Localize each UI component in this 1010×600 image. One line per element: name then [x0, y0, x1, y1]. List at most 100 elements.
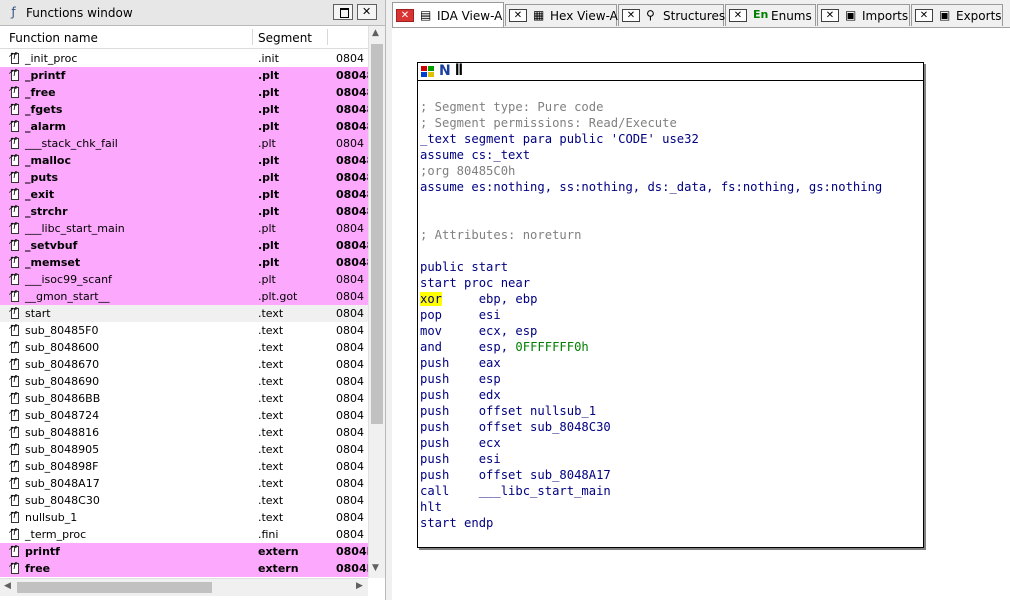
tab-ida-view-a[interactable]: ✕ ▤ IDA View-A [392, 2, 504, 27]
function-row[interactable]: ↗ sub_8048670 .text 0804 [0, 356, 368, 373]
code-line[interactable]: push eax [420, 355, 882, 371]
tab-structures[interactable]: ✕ ⚲ Structures [618, 4, 725, 26]
column-divider[interactable] [252, 29, 253, 45]
code-line[interactable]: public start [420, 259, 882, 275]
tab-close-icon[interactable]: ✕ [821, 9, 839, 22]
function-row[interactable]: ↗ _memset .plt 08048 [0, 254, 368, 271]
code-line[interactable] [420, 195, 882, 211]
view-tab-bar: ✕ ▤ IDA View-A ✕ ▦ Hex View-A ✕ ⚲ Structures ✕ En E… [392, 0, 1010, 28]
functions-window-titlebar[interactable]: ƒ Functions window [0, 0, 385, 26]
function-row[interactable]: ↗ _exit .plt 08048 [0, 186, 368, 203]
function-row[interactable]: ↗ start .text 0804 [0, 305, 368, 322]
node-name-icon[interactable]: N [439, 63, 451, 79]
function-address: 0804E [336, 562, 368, 575]
code-line[interactable]: call ___libc_start_main [420, 483, 882, 499]
function-row[interactable]: ↗ __gmon_start__ .plt.got 0804 [0, 288, 368, 305]
tab-close-icon[interactable]: ✕ [915, 9, 933, 22]
function-icon: ↗ [8, 103, 20, 116]
scroll-down-icon[interactable]: ▼ [372, 563, 379, 573]
code-line[interactable]: start endp [420, 515, 882, 531]
code-line[interactable] [420, 243, 882, 259]
function-row[interactable]: ↗ _term_proc .fini 0804 [0, 526, 368, 543]
vertical-scrollbar[interactable]: ▲ ▼ [368, 26, 385, 578]
function-row[interactable]: ↗ ___isoc99_scanf .plt 0804 [0, 271, 368, 288]
scroll-up-icon[interactable]: ▲ [372, 28, 379, 38]
code-line[interactable]: push offset nullsub_1 [420, 403, 882, 419]
function-row[interactable]: ↗ _fgets .plt 08048 [0, 101, 368, 118]
column-divider[interactable] [327, 29, 328, 45]
code-line[interactable]: start proc near [420, 275, 882, 291]
function-row[interactable]: ↗ nullsub_1 .text 0804 [0, 509, 368, 526]
tab-close-icon[interactable]: ✕ [622, 9, 640, 22]
function-row[interactable]: ↗ _init_proc .init 0804 [0, 50, 368, 67]
function-row[interactable]: ↗ sub_8048C30 .text 0804 [0, 492, 368, 509]
function-row[interactable]: ↗ _free .plt 08048 [0, 84, 368, 101]
function-row[interactable]: ↗ printf extern 0804E [0, 543, 368, 560]
scroll-right-icon[interactable]: ▶ [356, 581, 363, 591]
hex-icon: ▦ [533, 8, 545, 22]
code-line[interactable]: ; Segment type: Pure code [420, 99, 882, 115]
function-row[interactable]: ↗ _puts .plt 08048 [0, 169, 368, 186]
function-row[interactable]: ↗ sub_8048816 .text 0804 [0, 424, 368, 441]
tab-close-icon[interactable]: ✕ [396, 9, 414, 22]
color-palette-icon[interactable] [421, 66, 435, 78]
code-line[interactable]: _text segment para public 'CODE' use32 [420, 131, 882, 147]
group-nodes-icon[interactable]: ꟾꟾ [455, 64, 463, 78]
tab-exports[interactable]: ✕ ▣ Exports [911, 4, 1003, 26]
function-row[interactable]: ↗ sub_804898F .text 0804 [0, 458, 368, 475]
graph-node-start[interactable]: N ꟾꟾ ; Segment type: Pure code; Segment … [417, 62, 924, 548]
function-row[interactable]: ↗ sub_8048600 .text 0804 [0, 339, 368, 356]
tab-hex-view-a[interactable]: ✕ ▦ Hex View-A [505, 4, 618, 26]
function-row[interactable]: ↗ free extern 0804E [0, 560, 368, 577]
function-row[interactable]: ↗ _printf .plt 08048 [0, 67, 368, 84]
function-icon: ↗ [8, 137, 20, 150]
code-token: ;org 80485C0h [420, 164, 516, 178]
horizontal-scrollbar[interactable]: ◀ ▶ [0, 578, 368, 596]
code-line[interactable]: push offset sub_8048A17 [420, 467, 882, 483]
scrollbar-thumb[interactable] [17, 582, 212, 593]
function-row[interactable]: ↗ _strchr .plt 08048 [0, 203, 368, 220]
code-line[interactable]: hlt [420, 499, 882, 515]
code-line[interactable]: push edx [420, 387, 882, 403]
function-row[interactable]: ↗ ___stack_chk_fail .plt 0804 [0, 135, 368, 152]
code-line[interactable]: pop esi [420, 307, 882, 323]
function-row[interactable]: ↗ _malloc .plt 08048 [0, 152, 368, 169]
code-line[interactable]: ; Segment permissions: Read/Execute [420, 115, 882, 131]
code-line[interactable]: push esp [420, 371, 882, 387]
code-line[interactable]: push ecx [420, 435, 882, 451]
function-segment: .plt [258, 222, 276, 235]
function-row[interactable]: ↗ sub_8048A17 .text 0804 [0, 475, 368, 492]
function-icon: ↗ [8, 511, 20, 524]
code-line[interactable]: and esp, 0FFFFFFF0h [420, 339, 882, 355]
tab-close-icon[interactable]: ✕ [509, 9, 527, 22]
code-line[interactable]: push esi [420, 451, 882, 467]
function-row[interactable]: ↗ _setvbuf .plt 08048 [0, 237, 368, 254]
code-line[interactable]: assume es:nothing, ss:nothing, ds:_data,… [420, 179, 882, 195]
tab-imports[interactable]: ✕ ▣ Imports [817, 4, 910, 26]
function-row[interactable]: ↗ sub_8048690 .text 0804 [0, 373, 368, 390]
disassembly-listing[interactable]: ; Segment type: Pure code ; Segment permi… [420, 99, 882, 531]
code-line[interactable]: ;org 80485C0h [420, 163, 882, 179]
tab-enums[interactable]: ✕ En Enums [725, 4, 816, 26]
function-row[interactable]: ↗ _alarm .plt 08048 [0, 118, 368, 135]
code-line[interactable]: mov ecx, esp [420, 323, 882, 339]
scroll-left-icon[interactable]: ◀ [4, 581, 11, 591]
close-button[interactable] [357, 4, 377, 20]
column-header-function-name[interactable]: Function name [9, 31, 98, 45]
function-icon: ↗ [8, 494, 20, 507]
code-line[interactable] [420, 211, 882, 227]
code-line[interactable]: ; Attributes: noreturn [420, 227, 882, 243]
code-line[interactable]: assume cs:_text [420, 147, 882, 163]
function-row[interactable]: ↗ sub_80486BB .text 0804 [0, 390, 368, 407]
restore-button[interactable] [333, 4, 353, 20]
column-header-segment[interactable]: Segment [258, 31, 312, 45]
function-row[interactable]: ↗ sub_8048724 .text 0804 [0, 407, 368, 424]
code-line[interactable]: push offset sub_8048C30 [420, 419, 882, 435]
tab-close-icon[interactable]: ✕ [729, 9, 747, 22]
scrollbar-thumb[interactable] [371, 44, 383, 424]
function-row[interactable]: ↗ ___libc_start_main .plt 0804 [0, 220, 368, 237]
function-row[interactable]: ↗ sub_8048905 .text 0804 [0, 441, 368, 458]
function-row[interactable]: ↗ sub_80485F0 .text 0804 [0, 322, 368, 339]
code-line[interactable]: xor ebp, ebp [420, 291, 882, 307]
function-segment: .plt [258, 188, 280, 201]
